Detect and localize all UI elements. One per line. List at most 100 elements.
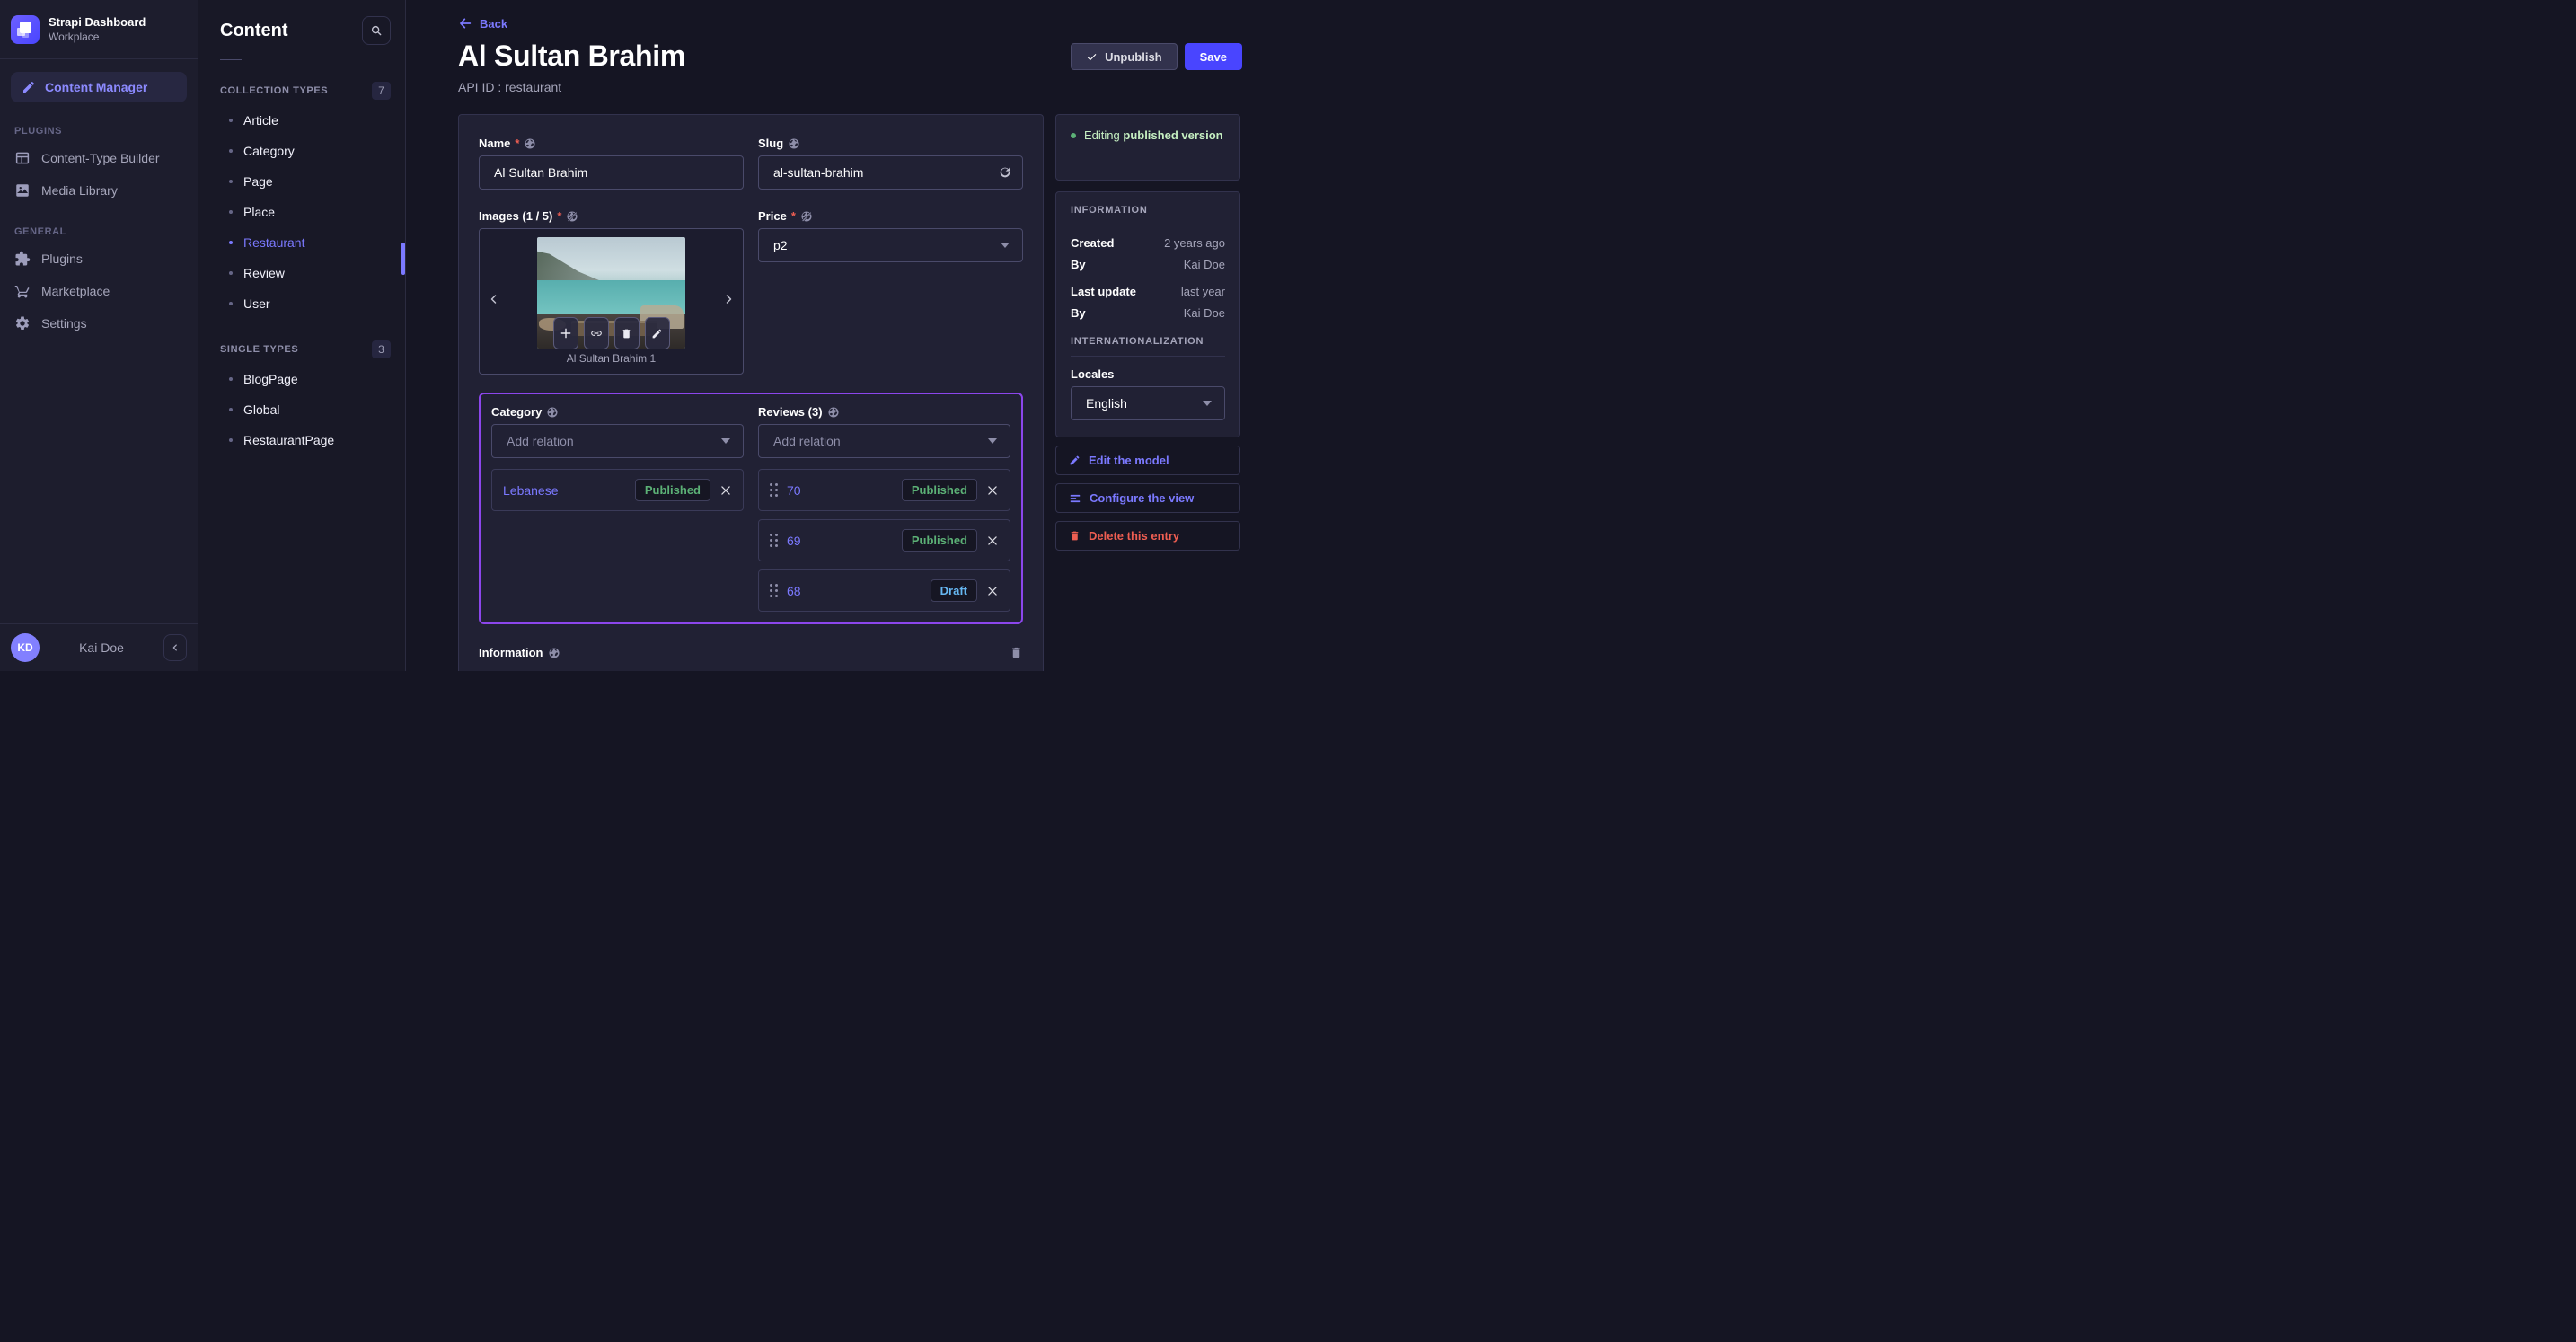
category-field-label: Category (491, 405, 744, 419)
review-relation-row: 68 Draft (758, 569, 1010, 612)
carousel-prev-icon[interactable] (489, 294, 499, 305)
slug-field-label: Slug (758, 137, 1023, 150)
subnav-item-restaurantpage[interactable]: RestaurantPage (198, 425, 405, 455)
asset-caption: Al Sultan Brahim 1 (566, 352, 657, 365)
collapse-sidebar-button[interactable] (163, 634, 187, 661)
drag-handle-icon[interactable] (770, 584, 778, 597)
chevron-down-icon (988, 438, 997, 444)
cart-icon (14, 283, 31, 299)
subnav-item-category[interactable]: Category (198, 136, 405, 166)
subnav-item-review[interactable]: Review (198, 258, 405, 288)
chevron-down-icon (721, 438, 730, 444)
review-relation-row: 69 Published (758, 519, 1010, 561)
meta-created-by: By Kai Doe (1071, 258, 1225, 271)
user-footer: KD Kai Doe (0, 623, 198, 671)
status-badge: Published (634, 479, 710, 501)
status-badge: Draft (930, 579, 977, 602)
drag-handle-icon[interactable] (770, 483, 778, 497)
bullet-icon (229, 180, 233, 183)
delete-asset-button[interactable] (613, 317, 640, 349)
bullet-icon (229, 210, 233, 214)
search-icon (370, 24, 383, 37)
content-sub-sidebar: Content COLLECTION TYPES 7 Article Categ… (198, 0, 406, 671)
price-select[interactable]: p2 (758, 228, 1023, 262)
subnav-item-article[interactable]: Article (198, 105, 405, 136)
remove-relation-icon[interactable] (986, 484, 999, 497)
subnav-item-user[interactable]: User (198, 288, 405, 319)
meta-updated-by: By Kai Doe (1071, 306, 1225, 320)
bullet-icon (229, 241, 233, 244)
sidebar-item-content-type-builder[interactable]: Content-Type Builder (0, 142, 198, 174)
reviews-add-relation-select[interactable]: Add relation (758, 424, 1010, 458)
carousel-next-icon[interactable] (723, 294, 734, 305)
avatar[interactable]: KD (11, 633, 40, 662)
scrollbar-thumb[interactable] (401, 243, 405, 275)
sidebar-item-plugins[interactable]: Plugins (0, 243, 198, 275)
remove-relation-icon[interactable] (719, 484, 732, 497)
relation-link[interactable]: 70 (787, 483, 893, 498)
slug-input[interactable] (758, 155, 1023, 190)
api-id-subtitle: API ID : restaurant (458, 80, 562, 94)
puzzle-icon (14, 251, 31, 267)
category-add-relation-select[interactable]: Add relation (491, 424, 744, 458)
main-sidebar: Strapi Dashboard Workplace Content Manag… (0, 0, 198, 671)
name-input[interactable] (479, 155, 744, 190)
divider (220, 59, 242, 60)
relation-link[interactable]: Lebanese (503, 483, 626, 498)
review-relation-row: 70 Published (758, 469, 1010, 511)
pencil-icon (651, 328, 663, 340)
remove-relation-icon[interactable] (986, 534, 999, 547)
category-relation-row: Lebanese Published (491, 469, 744, 511)
layout-grid-icon (14, 150, 31, 166)
bullet-icon (229, 302, 233, 305)
nav-section-plugins: PLUGINS (14, 126, 63, 137)
locales-label: Locales (1071, 367, 1115, 381)
bullet-icon (229, 271, 233, 275)
sidebar-item-media-library[interactable]: Media Library (0, 174, 198, 207)
bullet-icon (229, 119, 233, 122)
regenerate-slug-icon[interactable] (998, 165, 1012, 180)
subnav-item-global[interactable]: Global (198, 394, 405, 425)
subnav-item-place[interactable]: Place (198, 197, 405, 227)
back-link[interactable]: Back (458, 16, 507, 31)
single-types-header: SINGLE TYPES 3 (220, 340, 391, 358)
edit-model-button[interactable]: Edit the model (1055, 446, 1240, 475)
drag-handle-icon[interactable] (770, 534, 778, 547)
app-window: Strapi Dashboard Workplace Content Manag… (0, 0, 1288, 671)
chevron-left-icon (171, 643, 180, 652)
relation-link[interactable]: 69 (787, 534, 893, 548)
search-button[interactable] (362, 16, 391, 45)
brand: Strapi Dashboard Workplace (0, 0, 198, 59)
edit-asset-button[interactable] (644, 317, 670, 349)
group-label: COLLECTION TYPES (220, 85, 329, 96)
group-label: SINGLE TYPES (220, 344, 299, 355)
delete-entry-button[interactable]: Delete this entry (1055, 521, 1240, 551)
sidebar-item-settings[interactable]: Settings (0, 307, 198, 340)
save-button[interactable]: Save (1184, 43, 1242, 70)
sidebar-item-label: Media Library (41, 183, 118, 198)
sidebar-item-label: Content Manager (45, 80, 148, 94)
sidebar-item-marketplace[interactable]: Marketplace (0, 275, 198, 307)
subnav-item-page[interactable]: Page (198, 166, 405, 197)
globe-icon (827, 406, 840, 419)
relation-link[interactable]: 68 (787, 584, 922, 598)
subnav-item-restaurant[interactable]: Restaurant (198, 227, 405, 258)
copy-link-button[interactable] (583, 317, 609, 349)
sidebar-item-content-manager[interactable]: Content Manager (11, 72, 187, 102)
globe-strikethrough-icon (800, 210, 813, 223)
locale-select[interactable]: English (1071, 386, 1225, 420)
right-panel: Editing published version INFORMATION Cr… (1055, 114, 1240, 551)
delete-component-icon[interactable] (1010, 646, 1023, 659)
remove-relation-icon[interactable] (986, 585, 999, 597)
gear-icon (14, 315, 31, 331)
plus-icon (560, 327, 572, 340)
bullet-icon (229, 149, 233, 153)
images-carousel: Al Sultan Brahim 1 (479, 228, 744, 375)
configure-view-button[interactable]: Configure the view (1055, 483, 1240, 513)
editing-status-text: Editing published version (1084, 128, 1223, 142)
unpublish-button[interactable]: Unpublish (1071, 43, 1178, 70)
sidebar-item-label: Settings (41, 316, 87, 331)
subnav-item-blogpage[interactable]: BlogPage (198, 364, 405, 394)
trash-icon (621, 328, 632, 340)
add-asset-button[interactable] (552, 317, 578, 349)
